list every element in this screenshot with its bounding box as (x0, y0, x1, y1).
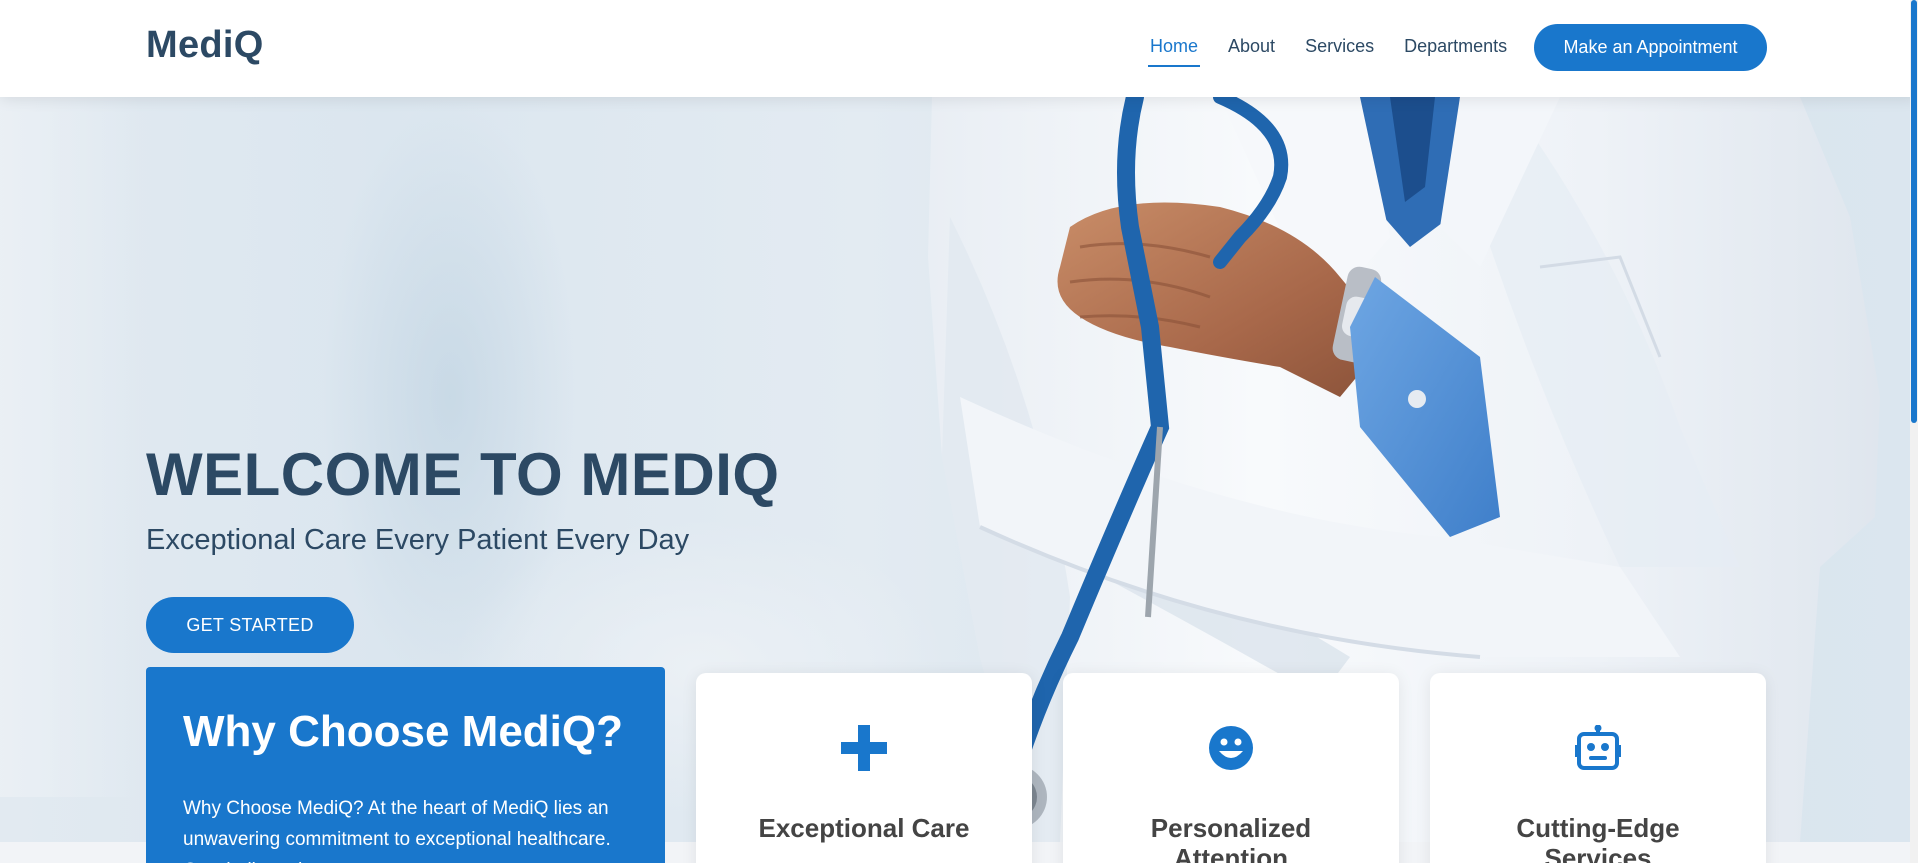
get-started-button[interactable]: GET STARTED (146, 597, 354, 653)
page-scrollbar[interactable] (1910, 0, 1918, 863)
main-nav: Home About Services Departments (1147, 36, 1537, 67)
hero-title: WELCOME TO MEDIQ (146, 441, 780, 508)
why-choose-title: Why Choose MediQ? (183, 707, 623, 756)
hero-subtitle: Exceptional Care Every Patient Every Day (146, 524, 690, 556)
why-choose-text: Why Choose MediQ? At the heart of MediQ … (183, 798, 611, 863)
feature-title: Personalized Attention (1150, 813, 1312, 863)
robot-icon (1575, 725, 1621, 770)
feature-title: Cutting-Edge Services (1516, 813, 1680, 863)
feature-card-personalized-attention[interactable]: Personalized Attention (1063, 673, 1399, 863)
plus-icon (841, 725, 887, 771)
feature-card-cutting-edge-services[interactable]: Cutting-Edge Services (1430, 673, 1766, 863)
feature-title: Exceptional Care (758, 813, 970, 843)
nav-item-departments[interactable]: Departments (1404, 36, 1507, 67)
why-choose-box: Why Choose MediQ? Why Choose MediQ? At t… (146, 667, 665, 863)
logo[interactable]: MediQ (146, 24, 264, 67)
make-appointment-button[interactable]: Make an Appointment (1534, 24, 1767, 71)
nav-item-about[interactable]: About (1228, 36, 1275, 67)
nav-item-home[interactable]: Home (1147, 36, 1201, 67)
hero-background-left (0, 97, 140, 797)
feature-card-exceptional-care[interactable]: Exceptional Care (696, 673, 1032, 863)
nav-item-services[interactable]: Services (1305, 36, 1374, 67)
smile-icon (1209, 726, 1253, 770)
site-header: MediQ Home About Services Departments Ma… (0, 0, 1918, 97)
scrollbar-thumb[interactable] (1911, 0, 1917, 423)
